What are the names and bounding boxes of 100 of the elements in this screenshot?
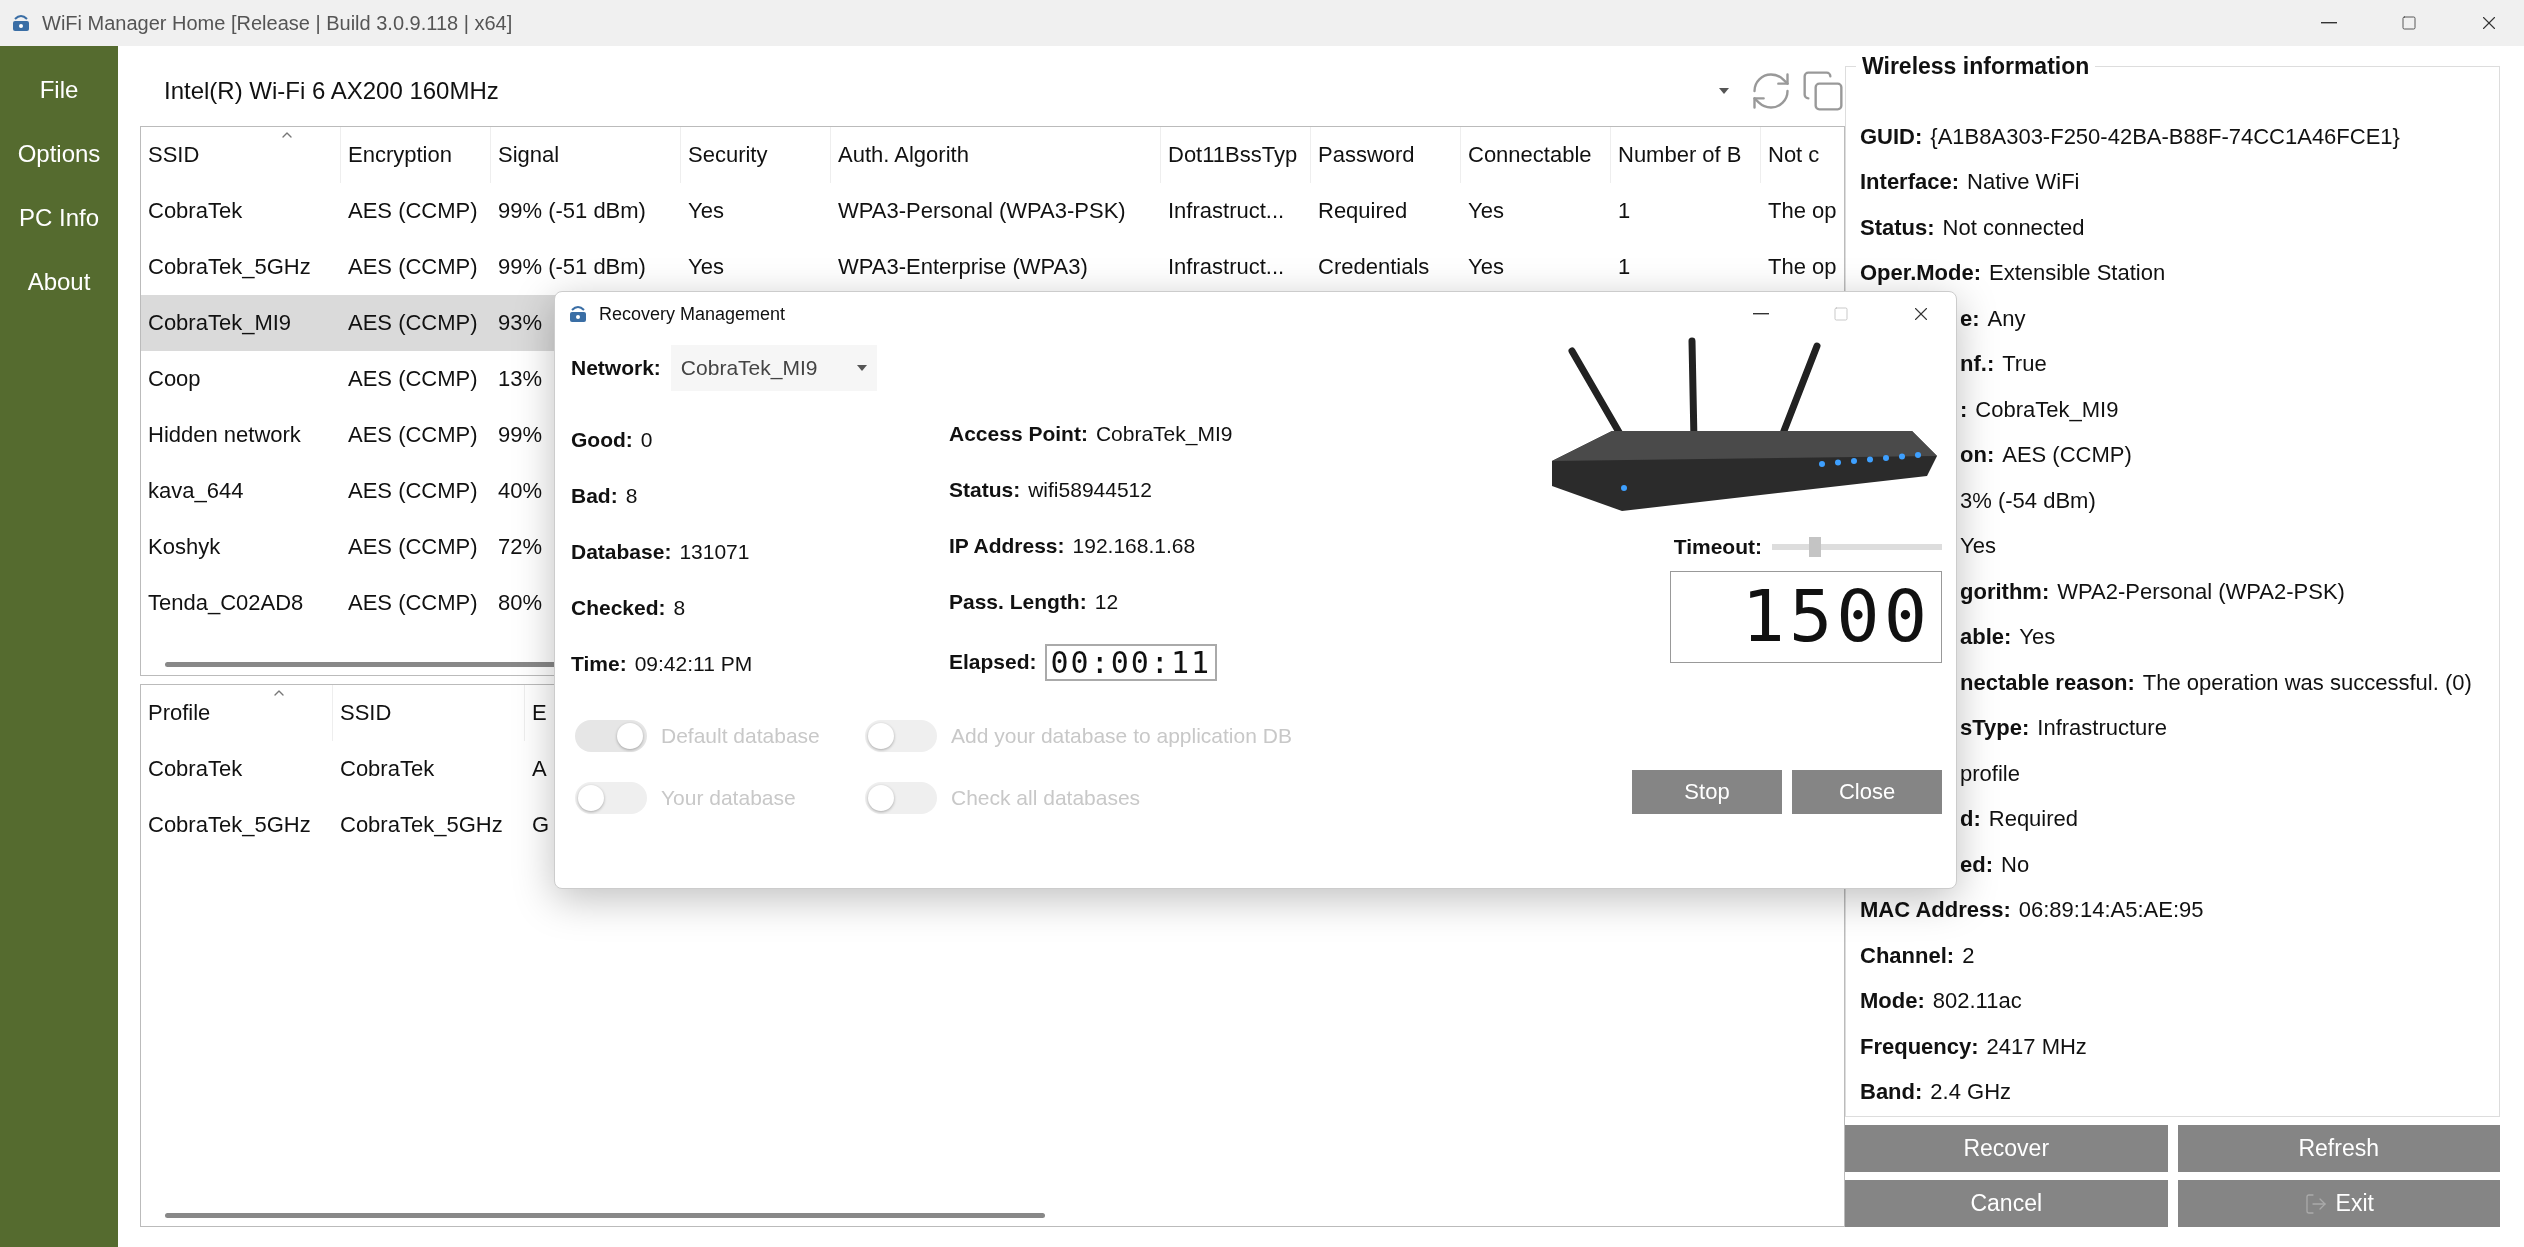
timeout-label: Timeout: [1673,535,1762,559]
table-cell-text: 1 [1617,198,1631,224]
minimize-icon [1753,313,1769,315]
slider-thumb[interactable] [1808,537,1821,557]
info-value: Native WiFi [1967,169,2080,196]
dialog-button[interactable]: Close [1792,770,1942,814]
exit-button[interactable]: Exit [2177,1180,2500,1227]
table-cell-text: AES (CCMP) [347,590,478,616]
table-cell-text: AES (CCMP) [347,254,478,280]
dropdown-caret-icon [857,365,868,371]
table-cell-text: The op [1767,254,1837,280]
stat-label: Bad: [571,484,618,508]
dropdown-caret-icon [1719,88,1729,94]
stat-label: Database: [571,540,672,564]
info-label: d: [1960,806,1981,833]
action-button[interactable]: Refresh [2177,1125,2500,1172]
table-row[interactable]: CobraTek AES (CCMP) 99% (-51 dBm) Yes WPA3-Personal (WPA3-PSK) Infrastruct... Required Yes 1 The op [141,183,1844,239]
maximize-icon [2401,15,2417,31]
table-cell-text: Hidden network [147,422,301,448]
adapter-dropdown[interactable]: Intel(R) Wi-Fi 6 AX200 160MHz [140,67,1741,115]
elapsed-display: 00:00:11 [1044,643,1218,681]
table-cell-text: Koshyk [147,534,221,560]
info-label: Status: [1860,214,1935,241]
table-cell-text: Credentials [1317,254,1430,280]
table-row[interactable]: CobraTek_5GHz AES (CCMP) 99% (-51 dBm) Yes WPA3-Enterprise (WPA3) Infrastruct... Credentials Yes 1 The op [141,239,1844,295]
table-cell-text: 99% (-51 dBm) [497,198,646,224]
column-header[interactable]: Signal [491,127,681,183]
info-value: WPA2-Personal (WPA2-PSK) [2057,578,2345,605]
table-cell-text: The op [1767,198,1837,224]
column-header[interactable]: Profile [141,685,333,741]
table-cell-text: Coop [147,366,201,392]
detail-value: 192.168.1.68 [1072,534,1196,558]
sidebar-item[interactable]: File [35,66,83,114]
stat-value: 0 [640,428,653,452]
sidebar-item[interactable]: About [23,258,95,306]
column-header[interactable]: Encryption [341,127,491,183]
minimize-icon [2321,22,2337,24]
table-cell-text: CobraTek_5GHz [147,254,311,280]
column-header[interactable]: SSID [333,685,525,741]
info-value: CobraTek_MI9 [1975,396,2119,423]
info-value: 2417 MHz [1986,1033,2087,1060]
stat-value: 09:42:11 PM [634,652,753,676]
detail-value: wifi58944512 [1028,478,1152,502]
table-cell-text: CobraTek [339,756,435,782]
info-value: Infrastructure [2037,715,2167,742]
info-value: 2 [1962,942,1975,969]
window-title: WiFi Manager Home [Release | Build 3.0.9.118 | x64] [42,11,514,35]
table-cell-text: A [531,756,547,782]
table-cell-text: AES (CCMP) [347,478,478,504]
info-label: GUID: [1860,123,1923,150]
table-cell-text: 93% [497,310,543,336]
exit-icon [2303,1191,2328,1216]
action-button[interactable]: Recover [1845,1125,2168,1172]
info-value: 3% (-54 dBm) [1960,487,2096,514]
info-label: sType: [1960,715,2030,742]
action-button[interactable]: Cancel [1845,1180,2168,1227]
table-cell-text: 1 [1617,254,1631,280]
table-cell-text: Infrastruct... [1167,198,1285,224]
detail-label: Access Point: [949,422,1088,446]
info-value: profile [1960,760,2020,787]
table-cell-text: WPA3-Personal (WPA3-PSK) [837,198,1126,224]
info-value: Any [1987,305,2026,332]
column-header[interactable]: Security [681,127,831,183]
column-header[interactable]: Not c [1761,127,1844,183]
info-value: Yes [2019,624,2056,651]
column-header[interactable]: SSID [141,127,341,183]
dialog-button[interactable]: Stop [1632,770,1782,814]
sidebar-item[interactable]: PC Info [14,194,103,242]
stat-value: 131071 [679,540,750,564]
info-label: gorithm: [1960,578,2050,605]
info-value: Extensible Station [1989,260,2166,287]
info-value: 2.4 GHz [1930,1079,2012,1106]
info-label: on: [1960,442,1995,469]
table-cell-text: AES (CCMP) [347,366,478,392]
column-header[interactable]: Password [1311,127,1461,183]
column-header[interactable]: Auth. Algorith [831,127,1161,183]
detail-label: Elapsed: [949,650,1037,674]
stat-value: 8 [673,596,686,620]
info-label: MAC Address: [1860,897,2011,924]
table-cell-text: 40% [497,478,543,504]
column-header[interactable]: Number of B [1611,127,1761,183]
scrollbar[interactable] [165,1213,1045,1218]
column-header[interactable]: Dot11BssTyp [1161,127,1311,183]
field-label: Network: [571,356,661,380]
network-dropdown[interactable]: CobraTek_MI9 [670,345,878,391]
info-value: AES (CCMP) [2002,442,2132,469]
table-cell-text: Tenda_C02AD8 [147,590,304,616]
info-label: nectable reason: [1960,669,2135,696]
sidebar-item[interactable]: Options [13,130,105,178]
table-cell-text: AES (CCMP) [347,198,478,224]
app-icon [10,12,32,34]
table-cell-text: 99% (-51 dBm) [497,254,646,280]
info-label: Band: [1860,1079,1923,1106]
column-header[interactable]: Connectable [1461,127,1611,183]
info-value: No [2001,851,2030,878]
table-cell-text: 80% [497,590,543,616]
table-cell-text: AES (CCMP) [347,310,478,336]
info-value: The operation was successful. (0) [2142,669,2472,696]
info-value: Not connected [1942,214,2085,241]
copy-icon[interactable] [1801,69,1845,113]
